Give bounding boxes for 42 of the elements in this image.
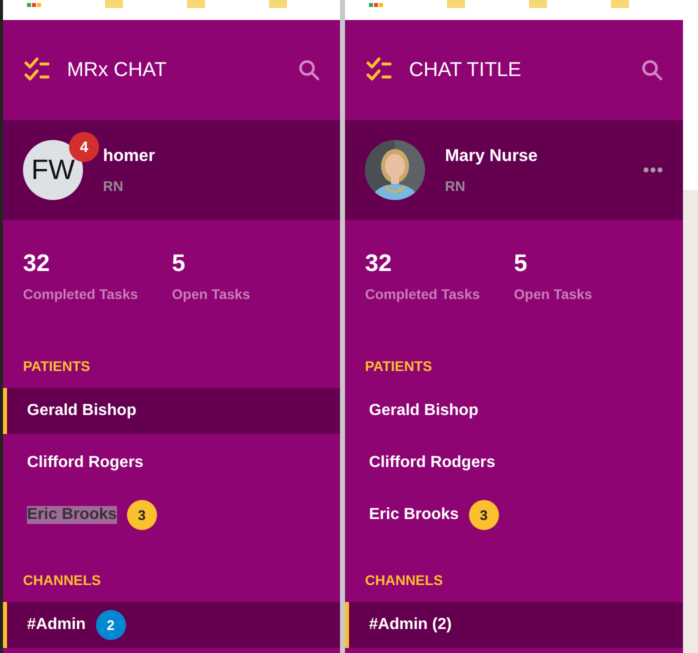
- list-item[interactable]: Gerald Bishop: [3, 388, 340, 434]
- section-heading: CHANNELS: [22, 571, 102, 590]
- list-item[interactable]: #Admin 2: [3, 602, 340, 648]
- list-item[interactable]: Clifford Rogers: [3, 440, 340, 486]
- item-name: #Admin (2): [369, 616, 452, 634]
- item-name: Clifford Rodgers: [369, 454, 496, 472]
- list-item[interactable]: Clifford Rodgers: [345, 440, 683, 486]
- stat-value: 5: [172, 250, 186, 278]
- user-role: RN: [103, 178, 124, 194]
- stat-label: Open Tasks: [514, 286, 592, 302]
- user-role: RN: [445, 178, 466, 194]
- stat-label: Open Tasks: [172, 286, 250, 302]
- stat-value: 32: [365, 250, 393, 278]
- section-heading: PATIENTS: [364, 357, 434, 376]
- unread-badge: 2: [96, 610, 126, 640]
- app-title: CHAT TITLE: [409, 58, 522, 82]
- stat-value: 5: [514, 250, 528, 278]
- search-icon[interactable]: [641, 59, 663, 81]
- list-item[interactable]: Eric Brooks 3: [3, 492, 340, 538]
- unread-badge: 3: [468, 500, 499, 530]
- item-name: Clifford Rogers: [27, 454, 144, 472]
- app-title: MRx CHAT: [67, 58, 168, 82]
- list-item[interactable]: Eric Brooks 3: [345, 492, 683, 538]
- checklist-icon: [365, 57, 393, 83]
- item-name: Eric Brooks: [369, 506, 459, 524]
- user-name: homer: [103, 146, 156, 166]
- list-item[interactable]: Gerald Bishop: [345, 388, 683, 434]
- stat-label: Completed Tasks: [23, 286, 138, 302]
- user-name: Mary Nurse: [445, 146, 539, 166]
- item-name: Gerald Bishop: [369, 402, 478, 420]
- item-name: Gerald Bishop: [27, 402, 136, 420]
- search-icon[interactable]: [298, 59, 320, 81]
- section-heading: CHANNELS: [364, 571, 444, 590]
- more-icon[interactable]: [643, 167, 663, 173]
- section-heading: PATIENTS: [22, 357, 92, 376]
- stat-label: Completed Tasks: [365, 286, 480, 302]
- stat-value: 32: [23, 250, 51, 278]
- list-item[interactable]: #Admin (2): [345, 602, 683, 648]
- item-name: #Admin: [27, 616, 86, 634]
- unread-badge: 3: [126, 500, 157, 530]
- checklist-icon: [23, 57, 51, 83]
- item-name: Eric Brooks: [27, 506, 117, 524]
